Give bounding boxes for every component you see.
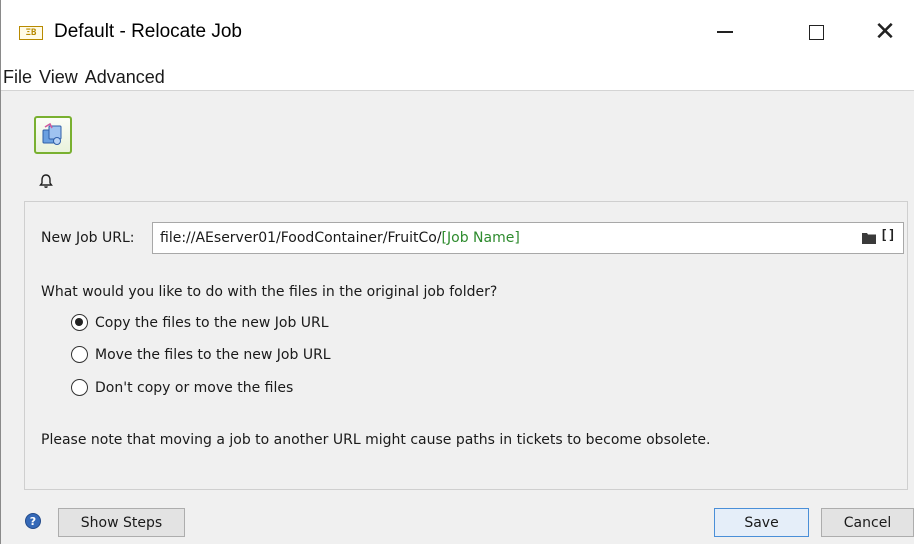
radio-none[interactable]	[71, 379, 88, 396]
option-copy-label: Copy the files to the new Job URL	[95, 314, 329, 331]
url-path: file://AEserver01/FoodContainer/FruitCo/	[160, 230, 442, 246]
menu-file[interactable]: File	[3, 67, 32, 88]
window-title: Default - Relocate Job	[54, 21, 242, 42]
variable-brackets-icon[interactable]: []	[880, 228, 896, 243]
title-bar: ΞΒ Default - Relocate Job ✕	[1, 0, 914, 64]
folder-icon[interactable]	[862, 232, 876, 244]
close-icon: ✕	[874, 17, 896, 47]
menu-divider	[1, 90, 914, 91]
save-button[interactable]: Save	[714, 508, 809, 537]
relocate-job-glyph	[42, 122, 62, 145]
files-question: What would you like to do with the files…	[41, 284, 498, 300]
app-icon: ΞΒ	[19, 26, 43, 40]
menu-view[interactable]: View	[39, 67, 78, 88]
minimize-button[interactable]	[695, 8, 755, 56]
relocate-job-icon[interactable]	[34, 116, 72, 154]
url-text: file://AEserver01/FoodContainer/FruitCo/…	[160, 230, 520, 246]
option-none-label: Don't copy or move the files	[95, 379, 294, 396]
menu-bar: File View Advanced	[1, 64, 914, 90]
obsolete-paths-note: Please note that moving a job to another…	[41, 432, 711, 448]
radio-copy[interactable]	[71, 314, 88, 331]
minimize-icon	[717, 31, 733, 33]
menu-advanced[interactable]: Advanced	[85, 67, 165, 88]
new-job-url-input[interactable]: file://AEserver01/FoodContainer/FruitCo/…	[152, 222, 904, 254]
relocate-job-window: ΞΒ Default - Relocate Job ✕ File View Ad…	[0, 0, 914, 544]
url-variable: [Job Name]	[441, 230, 520, 246]
maximize-button[interactable]	[786, 8, 846, 56]
help-icon[interactable]: ?	[25, 513, 41, 529]
option-none[interactable]: Don't copy or move the files	[71, 379, 293, 396]
bell-glyph	[39, 174, 53, 188]
radio-move[interactable]	[71, 346, 88, 363]
new-job-url-label: New Job URL:	[41, 230, 135, 246]
option-move[interactable]: Move the files to the new Job URL	[71, 346, 331, 363]
option-copy[interactable]: Copy the files to the new Job URL	[71, 314, 329, 331]
maximize-icon	[808, 24, 824, 40]
show-steps-button[interactable]: Show Steps	[58, 508, 185, 537]
bell-icon[interactable]	[38, 173, 54, 189]
option-move-label: Move the files to the new Job URL	[95, 346, 331, 363]
cancel-button[interactable]: Cancel	[821, 508, 914, 537]
close-button[interactable]: ✕	[855, 8, 914, 56]
